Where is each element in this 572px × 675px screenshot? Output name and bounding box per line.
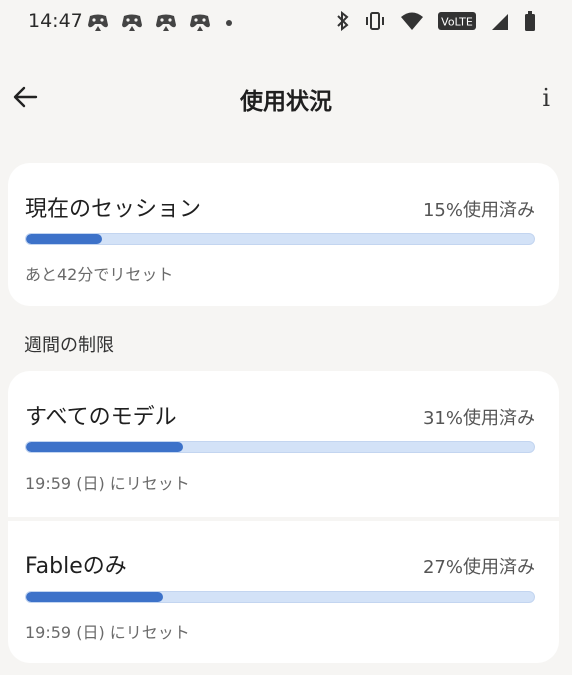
all-models-label: すべてのモデル (25, 405, 177, 430)
all-models-progress-fill (26, 442, 184, 452)
more-notifications-dot (226, 20, 232, 26)
notification-icons (86, 12, 232, 32)
session-label: 現在のセッション (25, 197, 202, 222)
fable-usage: 27%使用済み (422, 557, 535, 578)
top-app-bar: 使用状況 i (0, 70, 572, 128)
bluetooth-icon (336, 10, 350, 35)
weekly-row-fable: Fableのみ 27%使用済み 19:59 (日) にリセット (8, 521, 559, 663)
all-models-progress-bar (25, 441, 535, 453)
game-controller-icon (120, 12, 144, 32)
weekly-section-title: 週間の制限 (24, 335, 114, 356)
volte-icon: VoLTE (438, 11, 476, 35)
fable-progress-bar (25, 591, 535, 603)
fable-label: Fableのみ (25, 554, 127, 579)
system-icons: VoLTE (336, 10, 536, 35)
current-session-card: 現在のセッション 15%使用済み あと42分でリセット (8, 163, 559, 306)
session-usage: 15%使用済み (422, 200, 535, 221)
status-time: 14:47 (28, 10, 83, 32)
session-reset-text: あと42分でリセット (25, 265, 174, 284)
all-models-usage: 31%使用済み (422, 408, 535, 429)
weekly-limits-card: すべてのモデル 31%使用済み 19:59 (日) にリセット Fableのみ … (8, 371, 559, 663)
all-models-reset-text: 19:59 (日) にリセット (25, 474, 190, 493)
info-button[interactable]: i (542, 84, 550, 112)
status-bar: 14:47 VoLTE (0, 0, 572, 48)
session-progress-bar (25, 233, 535, 245)
weekly-row-all-models: すべてのモデル 31%使用済み 19:59 (日) にリセット (8, 371, 559, 517)
signal-icon (490, 11, 510, 35)
session-progress-fill (26, 234, 103, 244)
vibrate-icon (364, 11, 386, 35)
fable-progress-fill (26, 592, 164, 602)
fable-reset-text: 19:59 (日) にリセット (25, 623, 190, 642)
battery-icon (524, 11, 536, 35)
game-controller-icon (154, 12, 178, 32)
svg-text:VoLTE: VoLTE (441, 16, 473, 29)
game-controller-icon (188, 12, 212, 32)
wifi-icon (400, 11, 424, 35)
page-title: 使用状況 (240, 89, 332, 115)
game-controller-icon (86, 12, 110, 32)
